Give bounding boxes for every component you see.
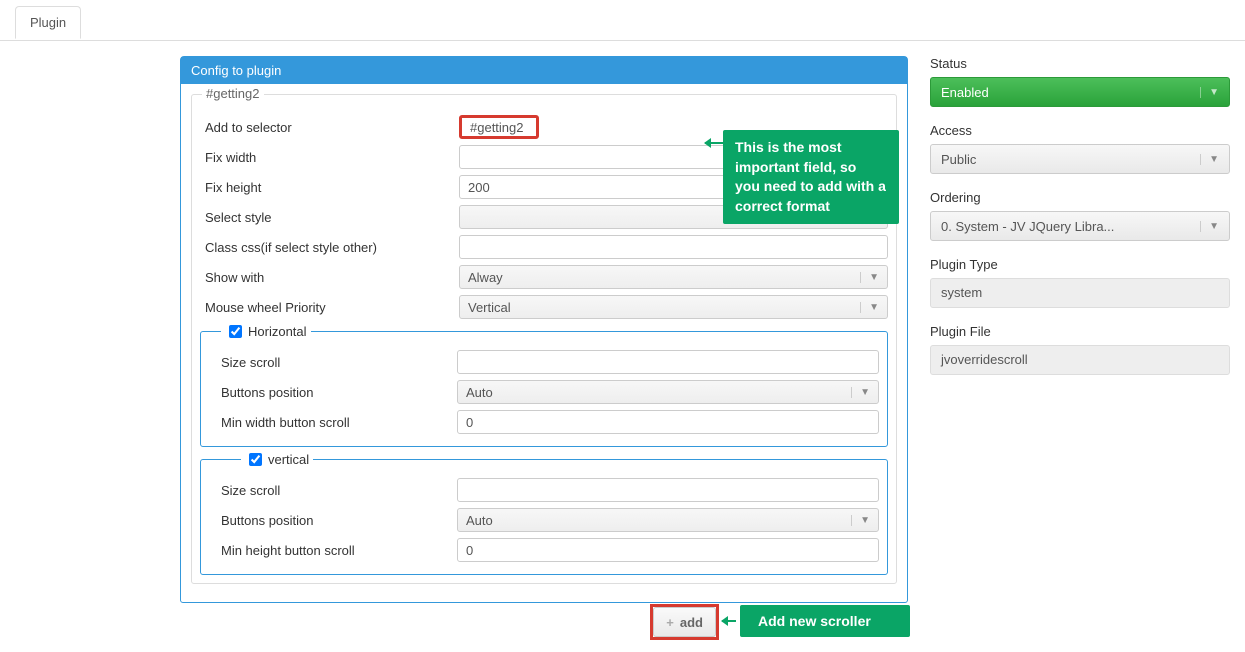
config-panel: Config to plugin This is the most import…: [180, 56, 908, 603]
chevron-down-icon: ▼: [1200, 154, 1219, 165]
ordering-dropdown[interactable]: 0. System - JV JQuery Libra... ▼: [930, 211, 1230, 241]
h-size-input[interactable]: [457, 350, 879, 374]
status-dropdown[interactable]: Enabled ▼: [930, 77, 1230, 107]
v-btnpos-value: Auto: [466, 513, 493, 528]
mouse-wheel-value: Vertical: [468, 300, 511, 315]
fix-height-label: Fix height: [200, 180, 455, 195]
v-btnpos-label: Buttons position: [209, 513, 457, 528]
vertical-fieldset: vertical Size scroll Buttons position: [200, 459, 888, 575]
horizontal-fieldset: Horizontal Size scroll Buttons position: [200, 331, 888, 447]
class-css-label: Class css(if select style other): [200, 240, 455, 255]
selector-label: Add to selector: [200, 120, 455, 135]
v-btnpos-dropdown[interactable]: Auto ▼: [457, 508, 879, 532]
chevron-down-icon: ▼: [860, 302, 879, 313]
v-size-label: Size scroll: [209, 483, 457, 498]
vertical-checkbox[interactable]: [249, 453, 262, 466]
instance-title: #getting2: [202, 86, 264, 101]
callout-line: you need to add with a correct format: [735, 177, 887, 216]
callout-line: This is the most important field, so: [735, 138, 887, 177]
plugin-file-value: jvoverridescroll: [930, 345, 1230, 375]
h-size-label: Size scroll: [209, 355, 457, 370]
plugin-file-label: Plugin File: [930, 324, 1230, 339]
vertical-legend: vertical: [268, 452, 309, 467]
access-dropdown[interactable]: Public ▼: [930, 144, 1230, 174]
plugin-type-value: system: [930, 278, 1230, 308]
add-button[interactable]: + add: [653, 607, 716, 637]
h-btnpos-value: Auto: [466, 385, 493, 400]
selector-callout: This is the most important field, so you…: [723, 130, 899, 224]
chevron-down-icon: ▼: [860, 272, 879, 283]
show-with-label: Show with: [200, 270, 455, 285]
status-value: Enabled: [941, 85, 989, 100]
show-with-dropdown[interactable]: Alway ▼: [459, 265, 888, 289]
class-css-input[interactable]: [459, 235, 888, 259]
v-minh-label: Min height button scroll: [209, 543, 457, 558]
horizontal-legend: Horizontal: [248, 324, 307, 339]
chevron-down-icon: ▼: [851, 515, 870, 526]
ordering-value: 0. System - JV JQuery Libra...: [941, 219, 1114, 234]
fix-width-label: Fix width: [200, 150, 455, 165]
panel-title: Config to plugin: [181, 57, 907, 84]
add-callout: Add new scroller: [740, 605, 910, 637]
select-style-label: Select style: [200, 210, 455, 225]
chevron-down-icon: ▼: [1200, 221, 1219, 232]
h-minw-label: Min width button scroll: [209, 415, 457, 430]
chevron-down-icon: ▼: [1200, 87, 1219, 98]
horizontal-checkbox[interactable]: [229, 325, 242, 338]
v-size-input[interactable]: [457, 478, 879, 502]
mouse-wheel-label: Mouse wheel Priority: [200, 300, 455, 315]
chevron-down-icon: ▼: [851, 387, 870, 398]
h-btnpos-label: Buttons position: [209, 385, 457, 400]
tab-plugin[interactable]: Plugin: [15, 6, 81, 39]
mouse-wheel-dropdown[interactable]: Vertical ▼: [459, 295, 888, 319]
access-value: Public: [941, 152, 976, 167]
plugin-type-label: Plugin Type: [930, 257, 1230, 272]
v-minh-input[interactable]: [457, 538, 879, 562]
access-label: Access: [930, 123, 1230, 138]
status-label: Status: [930, 56, 1230, 71]
plus-icon: +: [666, 615, 674, 630]
show-with-value: Alway: [468, 270, 503, 285]
ordering-label: Ordering: [930, 190, 1230, 205]
h-btnpos-dropdown[interactable]: Auto ▼: [457, 380, 879, 404]
add-button-label: add: [680, 615, 703, 630]
selector-input[interactable]: [459, 115, 539, 139]
h-minw-input[interactable]: [457, 410, 879, 434]
